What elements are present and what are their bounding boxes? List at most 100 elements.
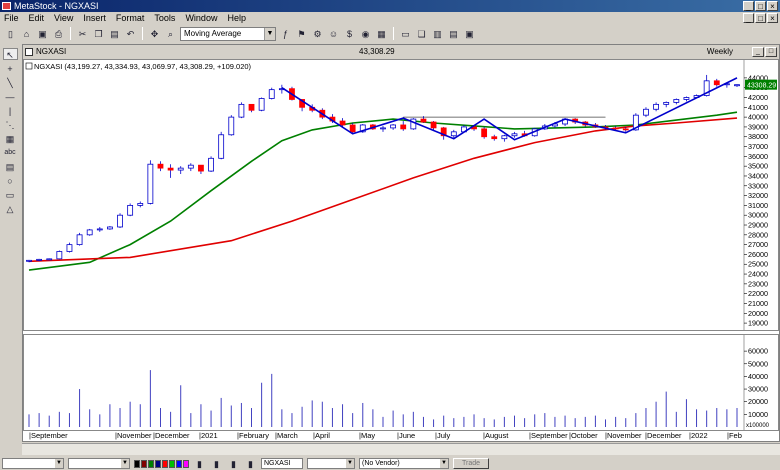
indicator-select[interactable]: Moving Average ▼ bbox=[180, 26, 276, 41]
candle[interactable] bbox=[481, 128, 488, 138]
save-icon[interactable]: ▣ bbox=[36, 27, 49, 40]
candle[interactable] bbox=[157, 163, 164, 169]
candle[interactable] bbox=[187, 164, 194, 169]
print-icon[interactable]: ⎙ bbox=[52, 27, 65, 40]
triangle-tool-icon[interactable]: △ bbox=[3, 202, 18, 214]
cut-icon[interactable]: ✂ bbox=[76, 27, 89, 40]
trade-button[interactable]: Trade bbox=[453, 458, 490, 469]
candle[interactable] bbox=[258, 98, 265, 111]
crosshair-icon[interactable]: ✥ bbox=[148, 27, 161, 40]
open-icon[interactable]: ⌂ bbox=[20, 27, 33, 40]
candle[interactable] bbox=[127, 204, 134, 216]
menu-view[interactable]: View bbox=[50, 12, 79, 25]
menu-help[interactable]: Help bbox=[223, 12, 252, 25]
menu-file[interactable]: File bbox=[0, 12, 25, 25]
vendor-select[interactable]: (No Vendor) ▼ bbox=[359, 458, 449, 469]
candle[interactable] bbox=[96, 228, 103, 231]
explorer-icon[interactable]: ⚑ bbox=[295, 27, 308, 40]
color-swatch[interactable] bbox=[134, 459, 140, 468]
menu-insert[interactable]: Insert bbox=[79, 12, 112, 25]
candle[interactable] bbox=[177, 167, 184, 171]
table-tool-icon[interactable]: ▤ bbox=[3, 160, 18, 172]
candle[interactable] bbox=[713, 80, 720, 86]
text-tool-icon[interactable]: abc bbox=[3, 146, 18, 158]
candle[interactable] bbox=[339, 120, 346, 126]
ma-long-line[interactable] bbox=[28, 117, 738, 263]
candle[interactable] bbox=[622, 128, 629, 131]
candle[interactable] bbox=[46, 258, 53, 261]
smart-charts-icon[interactable]: ◉ bbox=[359, 27, 372, 40]
candle[interactable] bbox=[612, 127, 619, 130]
chart-minimize-button[interactable]: _ bbox=[752, 47, 764, 57]
paste-icon[interactable]: ▤ bbox=[108, 27, 121, 40]
close-button[interactable]: × bbox=[767, 1, 778, 11]
candle[interactable] bbox=[208, 157, 214, 172]
candle[interactable] bbox=[36, 258, 43, 261]
candle[interactable] bbox=[683, 97, 690, 100]
color-swatch[interactable] bbox=[183, 459, 189, 468]
chevron-down-icon[interactable]: ▼ bbox=[55, 459, 63, 468]
volume-pane[interactable]: 10000 20000 30000 40000 50000 60000 x100000 bbox=[23, 334, 779, 431]
volume-style-icon[interactable]: ▮ bbox=[244, 457, 257, 470]
candle[interactable] bbox=[734, 84, 740, 87]
color-swatch[interactable] bbox=[148, 459, 154, 468]
candle[interactable] bbox=[673, 99, 680, 103]
candle[interactable] bbox=[167, 167, 174, 171]
horizontal-scrollbar[interactable] bbox=[22, 443, 780, 455]
zoom-icon[interactable]: ⌕ bbox=[164, 27, 177, 40]
price-pane[interactable]: NGXASI (43,199.27, 43,334.93, 43,069.97,… bbox=[23, 59, 779, 331]
candle[interactable] bbox=[643, 108, 649, 116]
candle[interactable] bbox=[56, 251, 63, 260]
chart-maximize-button[interactable]: □ bbox=[765, 47, 777, 57]
candle[interactable] bbox=[218, 134, 225, 159]
layout-2-icon[interactable]: ▤ bbox=[447, 27, 460, 40]
color-swatch[interactable] bbox=[155, 459, 161, 468]
candle[interactable] bbox=[501, 135, 508, 140]
vertical-line-tool-icon[interactable]: | bbox=[3, 104, 18, 116]
candle[interactable] bbox=[238, 103, 245, 118]
ma-short-line[interactable] bbox=[28, 111, 738, 271]
line-style-icon[interactable]: ▮ bbox=[227, 457, 240, 470]
mdi-close-button[interactable]: × bbox=[767, 13, 778, 23]
data-window-icon[interactable]: ▦ bbox=[375, 27, 388, 40]
chevron-down-icon[interactable]: ▼ bbox=[121, 459, 129, 468]
trendline-tool-icon[interactable]: ╲ bbox=[3, 76, 18, 88]
candle[interactable] bbox=[26, 259, 32, 262]
menu-format[interactable]: Format bbox=[112, 12, 151, 25]
chevron-down-icon[interactable]: ▼ bbox=[440, 459, 448, 468]
pointer-tool-icon[interactable]: ↖ bbox=[2, 48, 18, 60]
mdi-minimize-button[interactable]: _ bbox=[743, 13, 754, 23]
color-swatch[interactable] bbox=[176, 459, 182, 468]
candle[interactable] bbox=[420, 118, 427, 123]
tile-icon[interactable]: ▭ bbox=[399, 27, 412, 40]
candle[interactable] bbox=[248, 103, 255, 111]
candle[interactable] bbox=[137, 203, 144, 206]
cascade-icon[interactable]: ❏ bbox=[415, 27, 428, 40]
candle[interactable] bbox=[66, 244, 73, 252]
color-swatch[interactable] bbox=[141, 459, 147, 468]
candle[interactable] bbox=[86, 229, 93, 236]
candle[interactable] bbox=[663, 102, 670, 105]
candle[interactable] bbox=[349, 124, 356, 133]
color-swatch[interactable] bbox=[162, 459, 168, 468]
candle[interactable] bbox=[491, 136, 498, 140]
rectangle-tool-icon[interactable]: ▭ bbox=[3, 188, 18, 200]
security-select[interactable]: NGXASI bbox=[261, 458, 303, 469]
grid-tool-icon[interactable]: ▦ bbox=[3, 132, 18, 144]
candle[interactable] bbox=[410, 118, 417, 130]
periodicity[interactable]: Weekly bbox=[707, 45, 733, 59]
color-palette[interactable] bbox=[134, 459, 189, 468]
color-swatch[interactable] bbox=[169, 459, 175, 468]
candle[interactable] bbox=[268, 89, 275, 99]
crosshair-tool-icon[interactable]: + bbox=[3, 62, 18, 74]
candle[interactable] bbox=[117, 214, 123, 228]
indicator-builder-icon[interactable]: ƒ bbox=[279, 27, 292, 40]
layout-3-icon[interactable]: ▣ bbox=[463, 27, 476, 40]
expert-advisor-icon[interactable]: ☺ bbox=[327, 27, 340, 40]
chevron-down-icon[interactable]: ▼ bbox=[346, 459, 354, 468]
periodicity-select[interactable]: ▼ bbox=[307, 458, 355, 469]
candle[interactable] bbox=[228, 116, 235, 136]
candle-style-icon[interactable]: ▮ bbox=[210, 457, 223, 470]
fan-tool-icon[interactable]: ⋱ bbox=[3, 118, 18, 130]
chevron-down-icon[interactable]: ▼ bbox=[264, 27, 275, 40]
